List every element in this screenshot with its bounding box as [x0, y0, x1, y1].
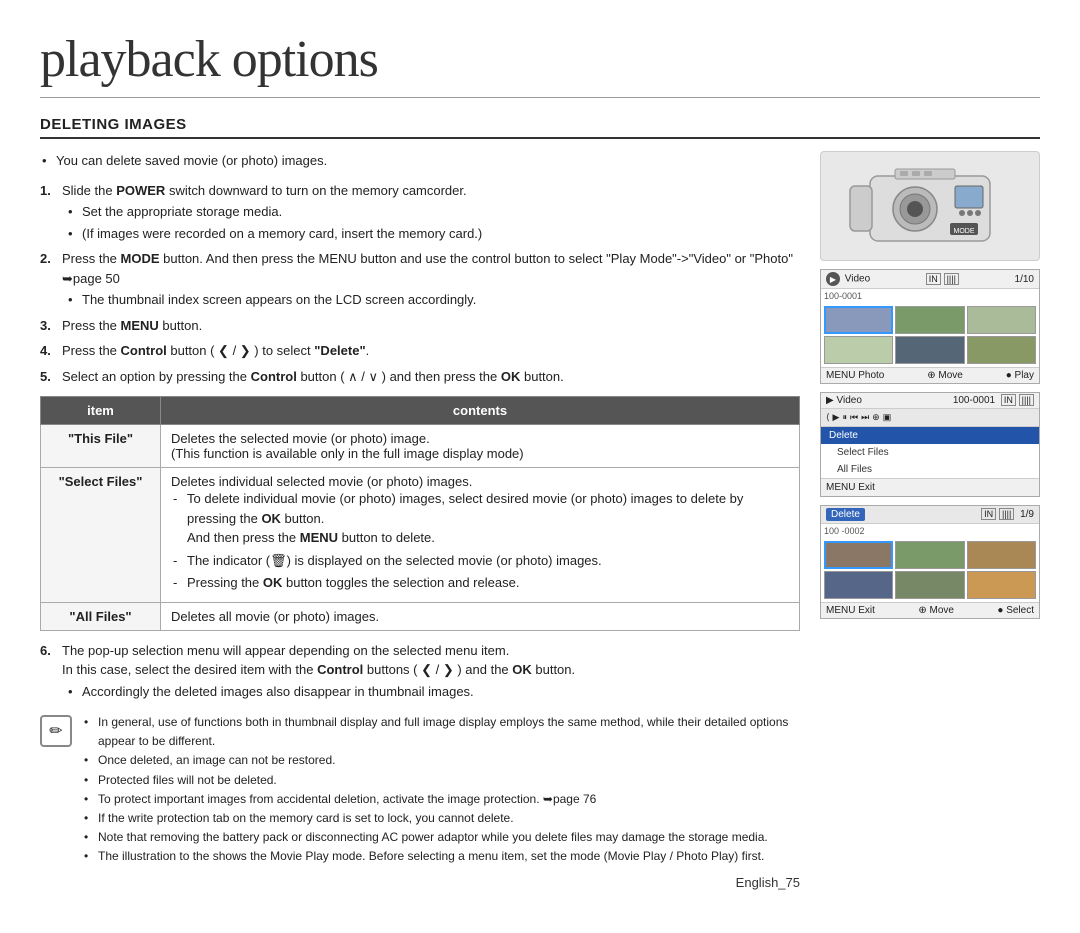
- screen1-thumbnails: [821, 303, 1039, 367]
- steps-list: Slide the POWER switch downward to turn …: [40, 181, 800, 387]
- step-4: Press the Control button ( ❮ / ❯ ) to se…: [40, 341, 800, 361]
- menu-item-select-files: Select Files: [821, 444, 1039, 461]
- item-all-files: "All Files": [41, 602, 161, 630]
- table-header-contents: contents: [161, 397, 800, 425]
- step-6: The pop-up selection menu will appear de…: [40, 641, 800, 702]
- camera-image-box: MODE: [820, 151, 1040, 261]
- table-row-all-files: "All Files" Deletes all movie (or photo)…: [41, 602, 800, 630]
- camera-svg: MODE: [840, 161, 1020, 251]
- note-content: In general, use of functions both in thu…: [82, 713, 800, 867]
- contents-select-files: Deletes individual selected movie (or ph…: [161, 468, 800, 603]
- contents-this-file: Deletes the selected movie (or photo) im…: [161, 425, 800, 468]
- section-title: DELETING IMAGES: [40, 116, 1040, 139]
- intro-list: You can delete saved movie (or photo) im…: [40, 151, 800, 171]
- step-5: Select an option by pressing the Control…: [40, 367, 800, 387]
- screen2-footer: MENU Exit: [821, 478, 1039, 496]
- main-content: You can delete saved movie (or photo) im…: [40, 151, 800, 890]
- screen3-header: Delete IN |||| 1/9: [821, 506, 1039, 524]
- step-1: Slide the POWER switch downward to turn …: [40, 181, 800, 244]
- screen2-header: ▶ Video 100-0001 IN ||||: [821, 393, 1039, 409]
- page-title: playback options: [40, 30, 1040, 98]
- step-2: Press the MODE button. And then press th…: [40, 249, 800, 310]
- contents-all-files: Deletes all movie (or photo) images.: [161, 602, 800, 630]
- screen-menu: ▶ Video 100-0001 IN |||| ⟨ ▶ ⏸ ⏮ ⏭ ⊕ ▣ D…: [820, 392, 1040, 497]
- table-row-this-file: "This File" Deletes the selected movie (…: [41, 425, 800, 468]
- screen1-footer: MENU Photo ⊕ Move ● Play: [821, 367, 1039, 383]
- table-row-select-files: "Select Files" Deletes individual select…: [41, 468, 800, 603]
- screen1-header: ▶ Video IN |||| 1/10: [821, 270, 1039, 289]
- table-header-item: item: [41, 397, 161, 425]
- intro-bullet: You can delete saved movie (or photo) im…: [40, 151, 800, 171]
- step-3: Press the MENU button.: [40, 316, 800, 336]
- screen-thumbnail-video: ▶ Video IN |||| 1/10 100-0001 MENU Photo…: [820, 269, 1040, 384]
- menu-item-delete: Delete: [821, 427, 1039, 444]
- item-this-file: "This File": [41, 425, 161, 468]
- step-6-list: The pop-up selection menu will appear de…: [40, 641, 800, 702]
- note-icon: ✏: [40, 715, 72, 747]
- svg-text:MODE: MODE: [954, 228, 975, 235]
- note-box: ✏ In general, use of functions both in t…: [40, 713, 800, 867]
- right-panel: MODE ▶ Video IN |||| 1/10 100-0001: [820, 151, 1040, 890]
- menu-item-all-files: All Files: [821, 461, 1039, 478]
- menu-icons: ⟨ ▶ ⏸ ⏮ ⏭ ⊕ ▣: [821, 409, 1039, 427]
- item-select-files: "Select Files": [41, 468, 161, 603]
- page-number: English_75: [40, 875, 800, 890]
- options-table: item contents "This File" Deletes the se…: [40, 396, 800, 631]
- screen3-footer: MENU Exit ⊕ Move ● Select: [821, 602, 1039, 618]
- screen3-thumbnails: [821, 538, 1039, 602]
- screen-delete: Delete IN |||| 1/9 100 -0002 MENU Exit ⊕…: [820, 505, 1040, 619]
